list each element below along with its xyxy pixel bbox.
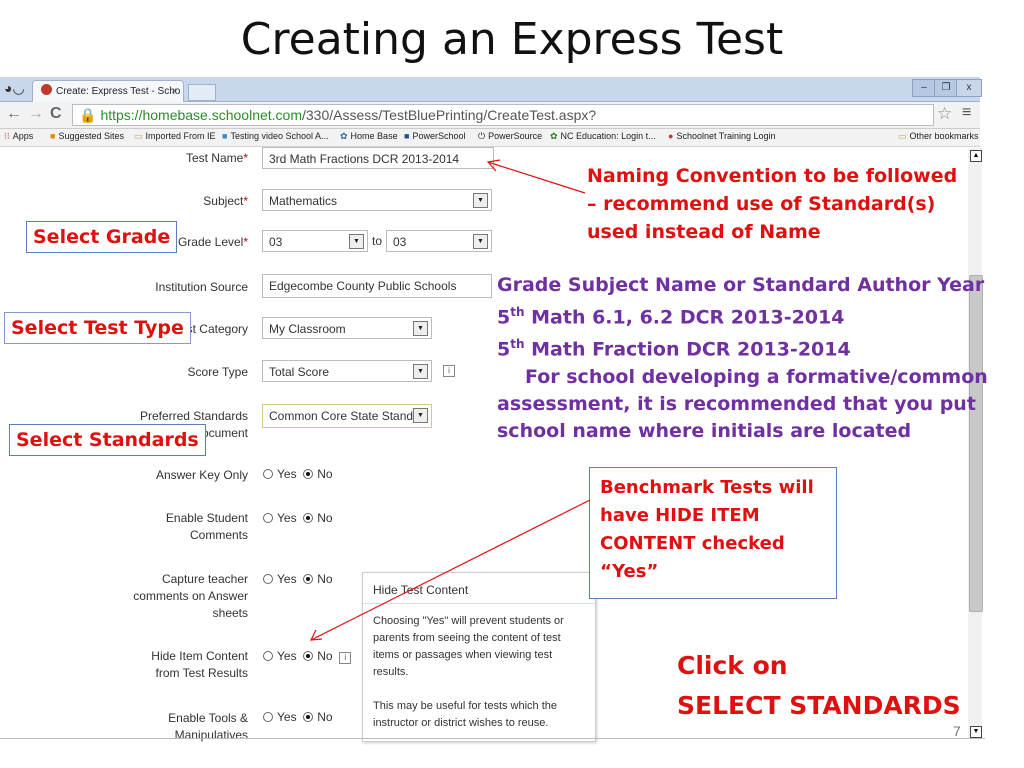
slide-page-number: 7 [953, 723, 961, 739]
benchmark-arrow-line [310, 499, 591, 641]
naming-arrow-line [487, 161, 586, 194]
callout-arrows [309, 159, 591, 641]
